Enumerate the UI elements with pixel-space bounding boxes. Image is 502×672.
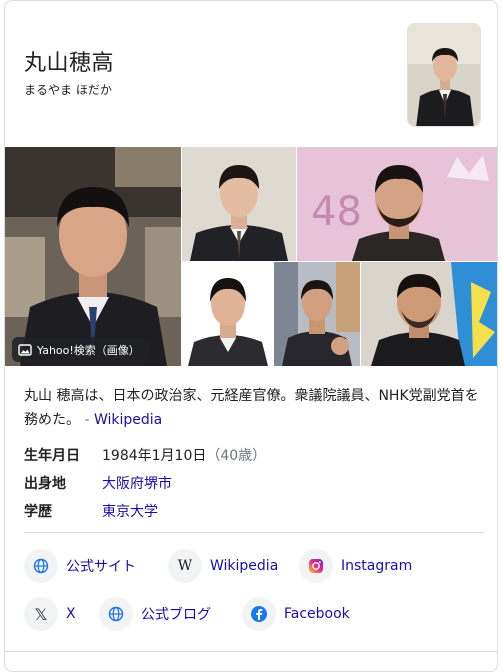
gallery-image-4[interactable]: [182, 262, 273, 366]
chip-label: X: [66, 606, 76, 622]
divider: [24, 532, 484, 533]
image-content: [5, 147, 181, 366]
badge-label: Yahoo!検索（画像）: [37, 343, 140, 357]
instagram-link[interactable]: Instagram: [299, 548, 412, 584]
wikipedia-link[interactable]: W Wikipedia: [168, 548, 278, 584]
gallery-image-2[interactable]: [182, 147, 296, 261]
gallery-image-3[interactable]: 48: [297, 147, 497, 261]
fact-age: （40歳）: [206, 448, 267, 464]
divider: [5, 651, 497, 652]
knowledge-panel: 丸山穂高 まるやま ほだか 48 Yahoo!検索（画像） 丸山 穂高は、日本の…: [4, 0, 498, 672]
gallery-image-1[interactable]: [5, 147, 181, 366]
image-content: 48: [297, 147, 497, 261]
official-blog-link[interactable]: 公式ブログ: [99, 596, 211, 632]
education-link[interactable]: 東京大学: [102, 501, 158, 521]
globe-icon: [99, 597, 133, 631]
globe-icon: [24, 549, 58, 583]
header-photo[interactable]: [407, 23, 481, 127]
yahoo-image-search-badge[interactable]: Yahoo!検索（画像）: [12, 337, 149, 362]
image-content: [182, 262, 273, 366]
x-link[interactable]: 𝕏 X: [24, 596, 76, 632]
entity-reading: まるやま ほだか: [24, 83, 112, 97]
gallery-image-5[interactable]: [274, 262, 360, 366]
portrait-photo: [408, 24, 480, 126]
fact-row-birthdate: 生年月日 1984年1月10日 （40歳）: [24, 441, 484, 469]
description-text: 丸山 穂高は、日本の政治家、元経産官僚。衆議院議員、NHK党副党首を務めた。: [24, 388, 479, 428]
birthplace-link[interactable]: 大阪府堺市: [102, 473, 172, 493]
description-separator: -: [84, 412, 90, 428]
chip-label: Facebook: [284, 606, 350, 622]
image-content: [274, 262, 360, 366]
fact-row-education: 学歴 東京大学: [24, 497, 484, 525]
image-gallery: 48 Yahoo!検索（画像）: [5, 147, 497, 366]
facebook-link[interactable]: Facebook: [242, 596, 350, 632]
instagram-icon: [299, 549, 333, 583]
gallery-image-6[interactable]: [361, 262, 497, 366]
chip-label: 公式サイト: [66, 559, 136, 575]
fact-row-birthplace: 出身地 大阪府堺市: [24, 469, 484, 497]
official-site-link[interactable]: 公式サイト: [24, 548, 136, 584]
chip-label: Wikipedia: [210, 558, 279, 574]
wikipedia-icon: W: [168, 549, 202, 583]
image-content: [361, 262, 497, 366]
x-icon: 𝕏: [24, 597, 58, 631]
fact-value: 1984年1月10日: [102, 448, 207, 464]
chip-label: Instagram: [341, 558, 413, 574]
entity-description: 丸山 穂高は、日本の政治家、元経産官僚。衆議院議員、NHK党副党首を務めた。 -…: [24, 384, 484, 432]
facts-list: 生年月日 1984年1月10日 （40歳） 出身地 大阪府堺市 学歴 東京大学: [24, 441, 484, 525]
wikipedia-source-link[interactable]: Wikipedia: [94, 412, 162, 428]
svg-text:48: 48: [311, 189, 362, 235]
entity-title: 丸山穂高: [24, 51, 115, 76]
facebook-icon: [242, 597, 276, 631]
image-icon: [18, 343, 32, 356]
panel-header: 丸山穂高 まるやま ほだか: [5, 1, 497, 147]
fact-label: 生年月日: [24, 448, 80, 464]
chip-label: 公式ブログ: [141, 607, 211, 623]
fact-label: 出身地: [24, 476, 66, 492]
image-content: [182, 147, 296, 261]
fact-label: 学歴: [24, 504, 52, 520]
